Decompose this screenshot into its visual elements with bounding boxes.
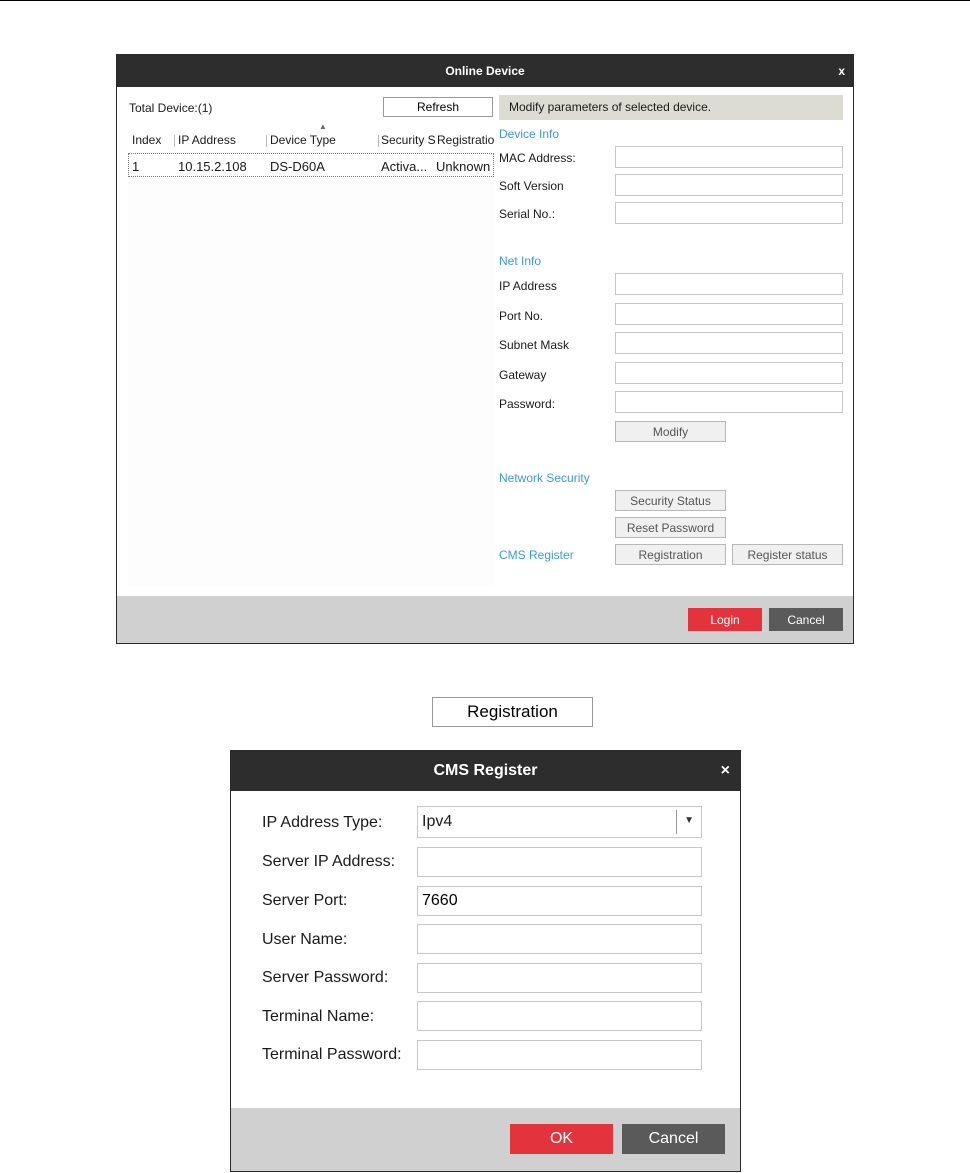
online-device-title: Online Device — [445, 64, 525, 78]
column-header-device-type[interactable]: Device Type — [270, 133, 376, 147]
column-divider[interactable] — [378, 135, 379, 147]
serial-no-input[interactable] — [615, 202, 843, 224]
section-device-info: Device Info — [499, 127, 560, 141]
server-password-input[interactable] — [417, 963, 702, 993]
reset-password-button[interactable]: Reset Password — [615, 517, 726, 538]
security-status-button[interactable]: Security Status — [615, 490, 726, 511]
row-registration: Unknown — [436, 159, 491, 174]
cancel-button[interactable]: Cancel — [622, 1124, 725, 1154]
sort-ascending-icon: ▲ — [319, 122, 327, 131]
select-divider — [676, 810, 677, 834]
online-device-dialog: Online Device x Total Device:(1) Refresh… — [116, 54, 854, 644]
section-network-security: Network Security — [499, 471, 590, 485]
ip-address-type-value: Ipv4 — [422, 813, 453, 830]
online-device-titlebar[interactable]: Online Device x — [117, 55, 853, 87]
registration-button-enlarged[interactable]: Registration — [432, 697, 593, 727]
total-device-label: Total Device:(1) — [129, 101, 213, 115]
ip-address-type-select[interactable]: Ipv4 ▼ — [417, 806, 702, 838]
page-top-rule — [0, 0, 970, 1]
user-name-label: User Name: — [262, 931, 348, 948]
column-header-ip-address[interactable]: IP Address — [178, 133, 262, 147]
column-header-index[interactable]: Index — [132, 133, 166, 147]
soft-version-input[interactable] — [615, 174, 843, 196]
section-cms-register: CMS Register — [499, 548, 574, 562]
server-port-input[interactable] — [417, 886, 702, 916]
user-name-input[interactable] — [417, 924, 702, 954]
row-index: 1 — [132, 159, 140, 174]
refresh-button-label: Refresh — [416, 100, 460, 114]
server-ip-address-label: Server IP Address: — [262, 853, 396, 870]
server-port-label: Server Port: — [262, 892, 348, 909]
terminal-password-input[interactable] — [417, 1040, 702, 1070]
row-security: Activa... — [381, 159, 428, 174]
registration-button[interactable]: Registration — [615, 544, 726, 565]
port-no-input[interactable] — [615, 303, 843, 325]
terminal-name-label: Terminal Name: — [262, 1008, 375, 1025]
serial-no-label: Serial No.: — [499, 207, 556, 221]
close-icon[interactable]: × — [721, 751, 730, 791]
cancel-button[interactable]: Cancel — [769, 608, 843, 631]
refresh-button[interactable]: Refresh — [383, 97, 493, 117]
chevron-down-icon[interactable]: ▼ — [684, 815, 694, 826]
server-ip-address-input[interactable] — [417, 847, 702, 877]
ok-button[interactable]: OK — [510, 1124, 613, 1154]
device-list-body — [128, 175, 494, 587]
close-icon[interactable]: x — [838, 55, 845, 87]
gateway-label: Gateway — [499, 368, 547, 382]
mac-address-input[interactable] — [615, 146, 843, 168]
ip-address-type-label: IP Address Type: — [262, 814, 383, 831]
section-net-info: Net Info — [499, 254, 542, 268]
password-input[interactable] — [615, 391, 843, 413]
terminal-name-input[interactable] — [417, 1001, 702, 1031]
login-button[interactable]: Login — [688, 608, 762, 631]
row-device-type: DS-D60A — [270, 159, 325, 174]
register-status-button[interactable]: Register status — [732, 544, 843, 565]
subnet-mask-label: Subnet Mask — [499, 338, 570, 352]
soft-version-label: Soft Version — [499, 179, 564, 193]
gateway-input[interactable] — [615, 362, 843, 384]
terminal-password-label: Terminal Password: — [262, 1046, 402, 1063]
cms-register-titlebar[interactable]: CMS Register × — [231, 751, 740, 791]
password-label: Password: — [499, 397, 556, 411]
port-no-label: Port No. — [499, 309, 544, 323]
server-password-label: Server Password: — [262, 969, 389, 986]
column-header-registration[interactable]: Registration — [437, 133, 495, 147]
modify-button[interactable]: Modify — [615, 421, 726, 442]
ip-address-input[interactable] — [615, 273, 843, 295]
ip-address-label: IP Address — [499, 279, 557, 293]
subnet-mask-input[interactable] — [615, 332, 843, 354]
cms-register-title: CMS Register — [433, 762, 538, 779]
mac-address-label: MAC Address: — [499, 151, 576, 165]
modify-hint-bar: Modify parameters of selected device. — [499, 95, 843, 120]
column-divider[interactable] — [174, 135, 175, 147]
cms-register-dialog: CMS Register × IP Address Type: Ipv4 ▼ S… — [230, 750, 741, 1172]
column-header-security[interactable]: Security S — [381, 133, 435, 147]
column-divider[interactable] — [266, 135, 267, 147]
row-ip-address: 10.15.2.108 — [178, 159, 247, 174]
